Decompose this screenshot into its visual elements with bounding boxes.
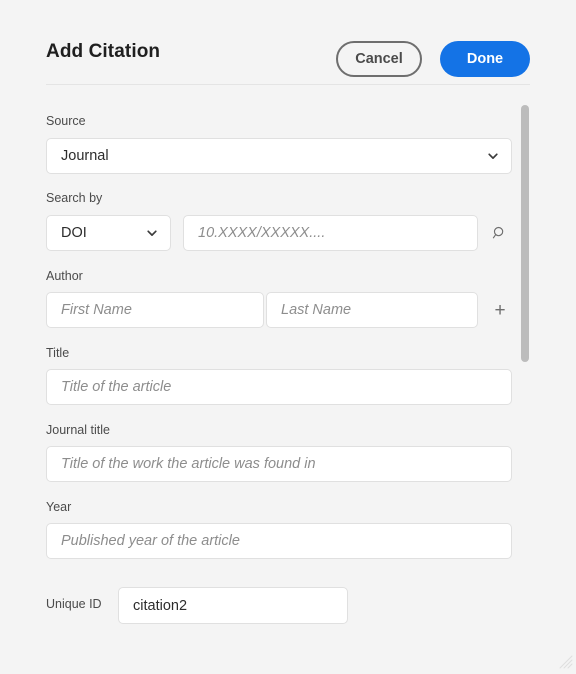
page-title: Add Citation [46,41,161,62]
journal-title-placeholder: Title of the work the article was found … [61,456,316,472]
form-scroll-area[interactable]: Source Journal Search by DOI 10.XXXX/XXX… [0,95,576,559]
journal-title-input[interactable]: Title of the work the article was found … [46,446,512,482]
resize-grip-icon[interactable] [559,655,573,669]
source-label: Source [46,114,86,128]
year-placeholder: Published year of the article [61,533,240,549]
search-by-label: Search by [46,191,103,205]
search-icon[interactable] [489,219,511,247]
header-divider [46,84,530,85]
search-by-type-value: DOI [61,225,87,241]
title-placeholder: Title of the article [61,379,172,395]
source-select-value: Journal [61,148,109,164]
source-select[interactable]: Journal [46,138,512,174]
author-first-name-placeholder: First Name [61,302,132,318]
year-label: Year [46,500,72,514]
doi-search-input[interactable]: 10.XXXX/XXXXX.... [183,215,478,251]
unique-id-input[interactable]: citation2 [118,587,348,624]
author-first-name-input[interactable]: First Name [46,292,264,328]
chevron-down-icon [146,227,158,239]
title-label: Title [46,346,70,360]
unique-id-label: Unique ID [46,597,102,611]
cancel-button[interactable]: Cancel [336,41,422,77]
add-citation-dialog: Add Citation Cancel Done Source Journal … [0,0,576,672]
doi-search-placeholder: 10.XXXX/XXXXX.... [198,225,326,241]
scrollbar-thumb[interactable] [521,105,529,362]
title-input[interactable]: Title of the article [46,369,512,405]
chevron-down-icon [487,150,499,162]
add-author-button[interactable]: + [489,295,511,325]
dialog-header: Add Citation Cancel Done [0,0,576,85]
author-last-name-placeholder: Last Name [281,302,352,318]
vertical-scrollbar[interactable] [521,100,529,555]
search-by-type-select[interactable]: DOI [46,215,171,251]
done-button[interactable]: Done [440,41,530,77]
dialog-footer: Unique ID citation2 [0,559,576,672]
author-label: Author [46,269,83,283]
year-input[interactable]: Published year of the article [46,523,512,559]
unique-id-value: citation2 [133,597,188,614]
journal-title-label: Journal title [46,423,110,437]
author-last-name-input[interactable]: Last Name [266,292,478,328]
